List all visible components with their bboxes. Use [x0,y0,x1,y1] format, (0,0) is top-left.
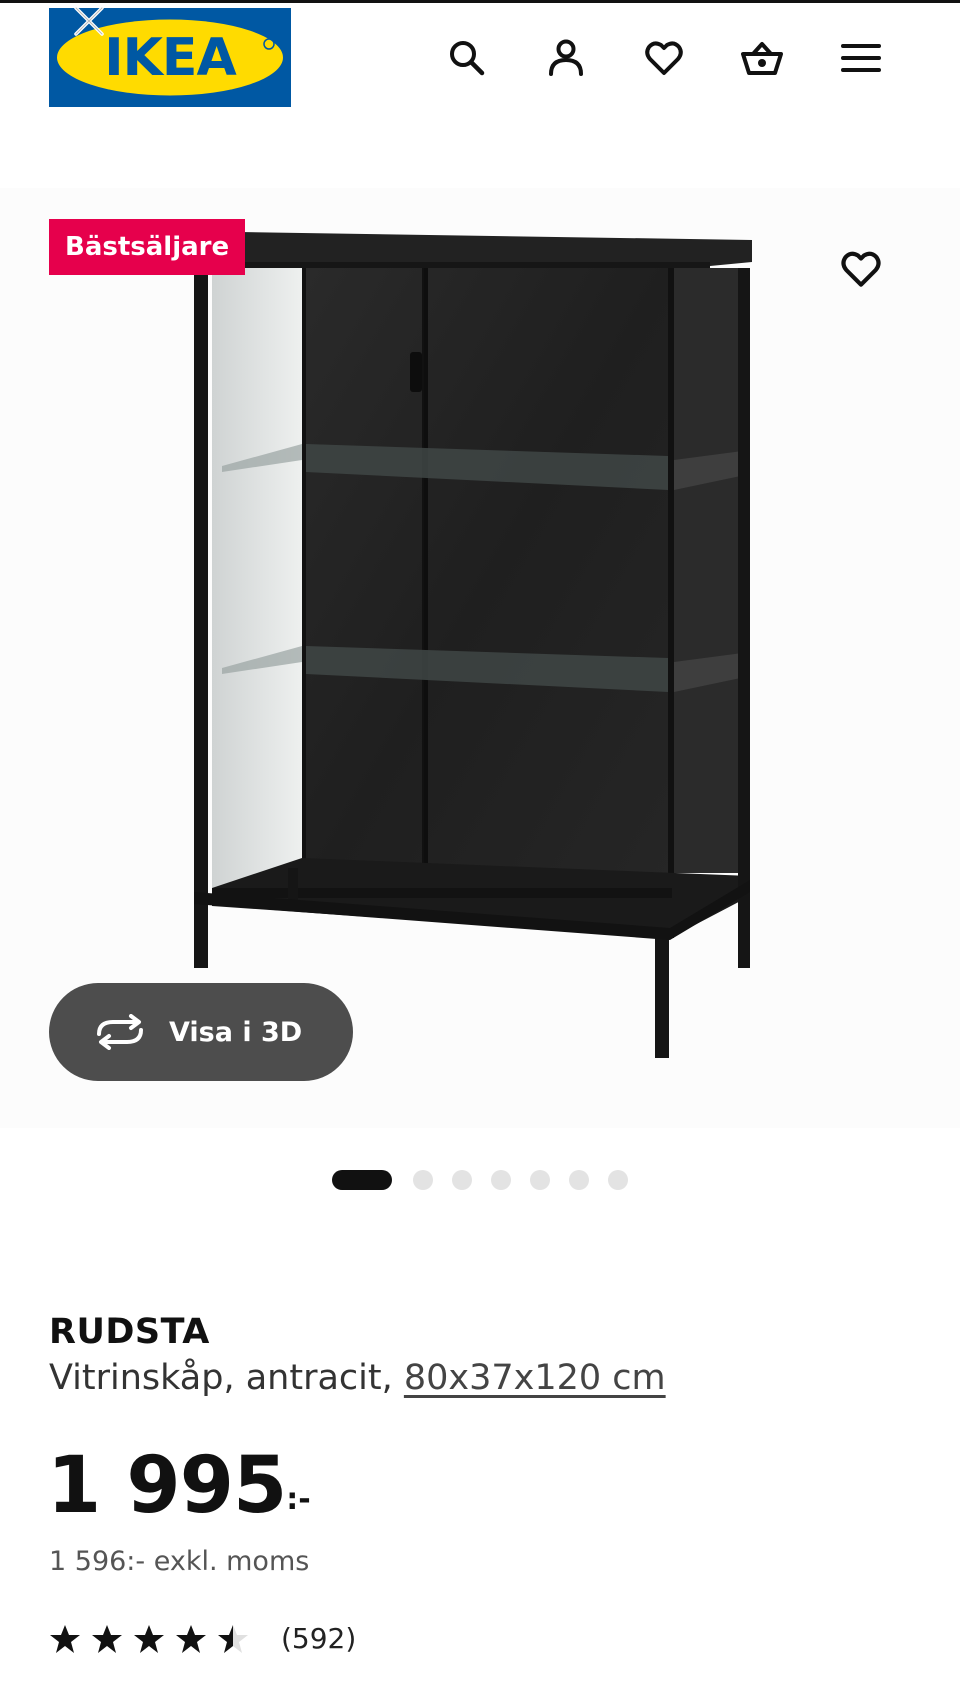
product-image-cabinet[interactable] [190,228,760,1060]
product-type: Vitrinskåp, antracit, [49,1358,393,1398]
heart-icon [841,251,881,287]
pagination-dot[interactable] [413,1170,433,1190]
product-rating[interactable]: (592) [49,1622,356,1655]
svg-text:IKEA: IKEA [104,28,236,88]
user-icon[interactable] [542,34,590,82]
star-full-icon [92,1624,122,1653]
search-icon[interactable] [443,34,491,82]
price-suffix: :- [286,1482,311,1517]
review-count: (592) [281,1622,357,1655]
site-header: IKEA [0,0,960,120]
price-excl-vat: 1 596:- exkl. moms [49,1546,310,1577]
price-amount: 1 995 [47,1441,287,1531]
bestseller-badge: Bästsäljare [49,219,246,275]
pagination-dot-active[interactable] [332,1170,392,1190]
product-description: Vitrinskåp, antracit, 80x37x120 cm [49,1358,666,1398]
basket-icon[interactable] [738,34,786,82]
pagination-dot[interactable] [491,1170,511,1190]
add-to-favourites-button[interactable] [836,244,886,294]
pagination-dot[interactable] [530,1170,550,1190]
product-name: RUDSTA [49,1312,210,1352]
pagination-dot[interactable] [452,1170,472,1190]
product-dimensions-link[interactable]: 80x37x120 cm [404,1358,666,1398]
menu-icon[interactable] [837,34,885,82]
heart-icon[interactable] [640,34,688,82]
pagination-dot[interactable] [569,1170,589,1190]
star-full-icon [50,1624,80,1653]
star-full-icon [176,1624,206,1653]
star-half-icon [218,1624,248,1653]
star-full-icon [134,1624,164,1653]
product-price: 1 995 :- [47,1446,311,1526]
image-pagination [332,1169,647,1191]
close-icon[interactable] [70,2,108,40]
view-in-3d-button[interactable]: Visa i 3D [49,983,353,1081]
rotate-3d-icon [97,1014,143,1050]
view-in-3d-label: Visa i 3D [169,1016,303,1048]
pagination-dot[interactable] [608,1170,628,1190]
